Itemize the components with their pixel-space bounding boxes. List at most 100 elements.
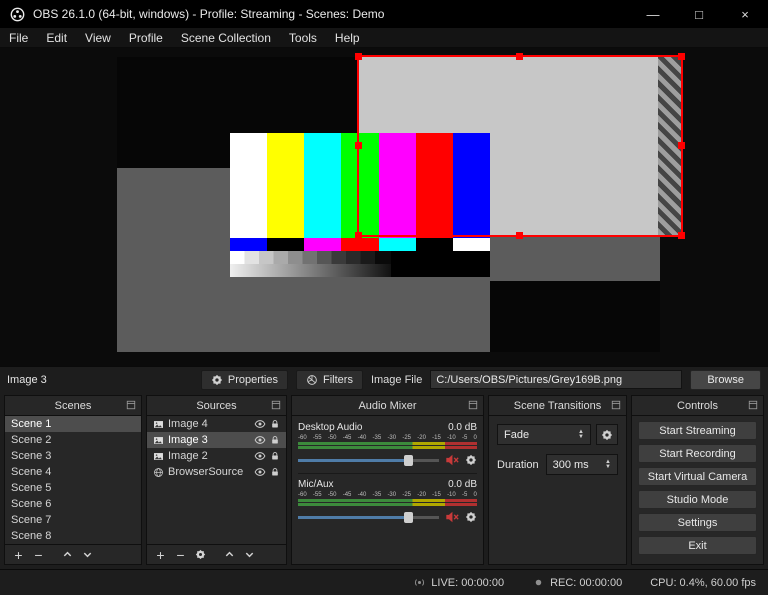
start-virtual-camera-button[interactable]: Start Virtual Camera (638, 467, 757, 486)
source-list-item[interactable]: Image 3 (147, 432, 286, 448)
remove-source-button[interactable]: − (172, 547, 189, 563)
controls-panel-header[interactable]: Controls (632, 396, 763, 416)
menu-profile[interactable]: Profile (120, 28, 172, 47)
channel-settings-gear-icon[interactable] (465, 454, 477, 466)
filters-button[interactable]: Filters (296, 369, 363, 390)
scene-list-item[interactable]: Scene 6 (5, 496, 141, 512)
combo-spinner-icons[interactable]: ▲ ▼ (578, 429, 584, 440)
meter-scale: -60 -55 -50 -45 -40 -35 -30 -25 -20 -15 -10 -5 0 (298, 492, 477, 498)
live-status: LIVE: 00:00:00 (413, 576, 504, 589)
image-icon (153, 419, 164, 430)
lock-icon[interactable] (270, 451, 280, 461)
sources-panel-header[interactable]: Sources (147, 396, 286, 416)
scene-transitions-panel-title: Scene Transitions (513, 399, 602, 412)
transition-settings-gear-icon[interactable] (596, 424, 618, 445)
scene-list-item[interactable]: Scene 8 (5, 528, 141, 544)
mute-speaker-icon[interactable] (445, 453, 459, 467)
volume-slider-thumb[interactable] (403, 454, 413, 466)
scene-list-item[interactable]: Scene 4 (5, 464, 141, 480)
start-recording-button[interactable]: Start Recording (638, 444, 757, 463)
scene-list-item[interactable]: Scene 3 (5, 448, 141, 464)
volume-meter (298, 503, 477, 506)
sources-panel-title: Sources (196, 399, 237, 412)
selection-handle-top-middle[interactable] (516, 53, 523, 60)
dock-icon (126, 400, 136, 410)
scene-canvas[interactable] (117, 53, 685, 352)
image-file-path-input[interactable] (430, 370, 683, 389)
menu-edit[interactable]: Edit (37, 28, 76, 47)
source-list-item[interactable]: BrowserSource (147, 464, 286, 480)
visibility-eye-icon[interactable] (254, 450, 266, 462)
selection-handle-top-left[interactable] (355, 53, 362, 60)
duration-spinner-icons[interactable]: ▲ ▼ (605, 459, 611, 470)
selection-handle-top-right[interactable] (678, 53, 685, 60)
source-toolbar: Image 3 Properties Filters Image File Br… (0, 366, 768, 392)
start-streaming-button[interactable]: Start Streaming (638, 421, 757, 440)
source-list-item[interactable]: Image 4 (147, 416, 286, 432)
window-title: OBS 26.1.0 (64-bit, windows) - Profile: … (33, 7, 385, 21)
selection-handle-bottom-middle[interactable] (516, 232, 523, 239)
selection-handle-bottom-right[interactable] (678, 232, 685, 239)
selected-source-label: Image 3 (7, 373, 47, 386)
menu-file[interactable]: File (0, 28, 37, 47)
move-scene-down-button[interactable] (79, 547, 96, 563)
channel-settings-gear-icon[interactable] (465, 511, 477, 523)
scene-list-item[interactable]: Scene 7 (5, 512, 141, 528)
source-name: Image 4 (168, 418, 208, 430)
properties-button[interactable]: Properties (200, 369, 288, 390)
add-source-button[interactable]: + (152, 547, 169, 563)
move-source-down-button[interactable] (241, 547, 258, 563)
selection-handle-middle-left[interactable] (355, 142, 362, 149)
exit-button[interactable]: Exit (638, 536, 757, 555)
add-scene-button[interactable]: + (10, 547, 27, 563)
scene-list-item[interactable]: Scene 5 (5, 480, 141, 496)
close-button[interactable]: × (722, 0, 768, 28)
transition-select[interactable]: Fade ▲ ▼ (497, 424, 591, 445)
source-list-item[interactable]: Image 2 (147, 448, 286, 464)
controls-panel: Controls Start Streaming Start Recording… (631, 395, 764, 565)
mute-speaker-icon[interactable] (445, 510, 459, 524)
settings-button[interactable]: Settings (638, 513, 757, 532)
volume-meter (298, 499, 477, 502)
preview-area (0, 48, 768, 366)
selection-bounding-box[interactable] (355, 53, 685, 239)
lock-icon[interactable] (270, 467, 280, 477)
lock-icon[interactable] (270, 419, 280, 429)
selection-handle-bottom-left[interactable] (355, 232, 362, 239)
transition-selected-value: Fade (504, 428, 530, 441)
audio-mixer-panel-header[interactable]: Audio Mixer (292, 396, 483, 416)
visibility-eye-icon[interactable] (254, 418, 266, 430)
filters-icon (306, 374, 318, 386)
selection-handle-middle-right[interactable] (678, 142, 685, 149)
scene-list-item[interactable]: Scene 2 (5, 432, 141, 448)
scene-transitions-body: Fade ▲ ▼ Duration 300 ms ▲ ▼ (489, 416, 626, 564)
move-scene-up-button[interactable] (59, 547, 76, 563)
studio-mode-button[interactable]: Studio Mode (638, 490, 757, 509)
menu-help[interactable]: Help (326, 28, 369, 47)
scene-list-item[interactable]: Scene 1 (5, 416, 141, 432)
image-icon (153, 451, 164, 462)
rec-dot-icon (532, 576, 545, 589)
duration-spinbox[interactable]: 300 ms ▲ ▼ (545, 454, 618, 475)
scene-source-black-bottom-right[interactable] (490, 281, 660, 352)
browse-button[interactable]: Browse (690, 369, 761, 390)
volume-slider[interactable] (298, 454, 439, 466)
lock-icon[interactable] (270, 435, 280, 445)
menu-tools[interactable]: Tools (280, 28, 326, 47)
minimize-button[interactable]: — (630, 0, 676, 28)
live-status-text: LIVE: 00:00:00 (431, 576, 505, 589)
maximize-button[interactable]: □ (676, 0, 722, 28)
obs-window: OBS 26.1.0 (64-bit, windows) - Profile: … (0, 0, 768, 595)
color-bars-bottom-strip (230, 264, 490, 277)
volume-slider-thumb[interactable] (403, 511, 413, 523)
menu-view[interactable]: View (76, 28, 120, 47)
scenes-panel-header[interactable]: Scenes (5, 396, 141, 416)
menu-scene-collection[interactable]: Scene Collection (172, 28, 280, 47)
remove-scene-button[interactable]: − (30, 547, 47, 563)
visibility-eye-icon[interactable] (254, 434, 266, 446)
scene-transitions-panel-header[interactable]: Scene Transitions (489, 396, 626, 416)
move-source-up-button[interactable] (221, 547, 238, 563)
visibility-eye-icon[interactable] (254, 466, 266, 478)
source-properties-gear-icon[interactable] (192, 547, 209, 563)
volume-slider[interactable] (298, 511, 439, 523)
